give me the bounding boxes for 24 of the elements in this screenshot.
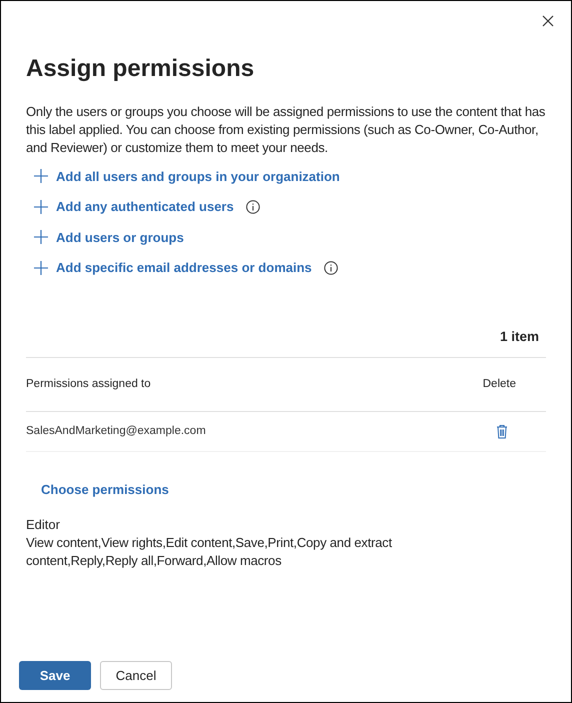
choose-permissions-link[interactable]: Choose permissions (41, 480, 169, 500)
dialog-title: Assign permissions (26, 54, 256, 84)
column-header: Permissions assigned to (26, 377, 152, 392)
info-icon[interactable] (324, 260, 338, 275)
add-link[interactable]: Add specific email addresses or domains (34, 258, 312, 278)
trash-icon (496, 424, 508, 440)
add-link[interactable]: Add users or groups (34, 228, 184, 247)
permission-rights: View content,View rights,Edit content,Save,Print,Copy and extract content,Reply,Reply all,Forward,Allow macros (26, 534, 393, 570)
save-button[interactable]: Save (19, 661, 91, 690)
add-link[interactable]: Add all users and groups in your organization (34, 166, 340, 186)
info-icon[interactable] (246, 200, 260, 214)
column-header: Delete (482, 377, 516, 392)
plus-icon (34, 200, 48, 214)
permission-level: Editor (26, 516, 61, 534)
item-count: 1 item (500, 328, 539, 346)
plus-icon (34, 169, 48, 184)
delete-button[interactable] (496, 424, 508, 440)
plus-icon (34, 260, 48, 275)
description-text: Only the users or groups you choose will be assigned permissions to use the content that has this label applied. You can choose from existing permissions (such as Co-Owner, Co-Author, and Reviewer) or customize them to meet your needs. (26, 103, 546, 157)
add-link[interactable]: Add any authenticated users (34, 197, 234, 216)
cancel-button[interactable]: Cancel (100, 661, 172, 690)
plus-icon (34, 230, 48, 244)
table-cell-text: SalesAndMarketing@example.com (26, 424, 207, 440)
close-button[interactable] (541, 14, 555, 28)
